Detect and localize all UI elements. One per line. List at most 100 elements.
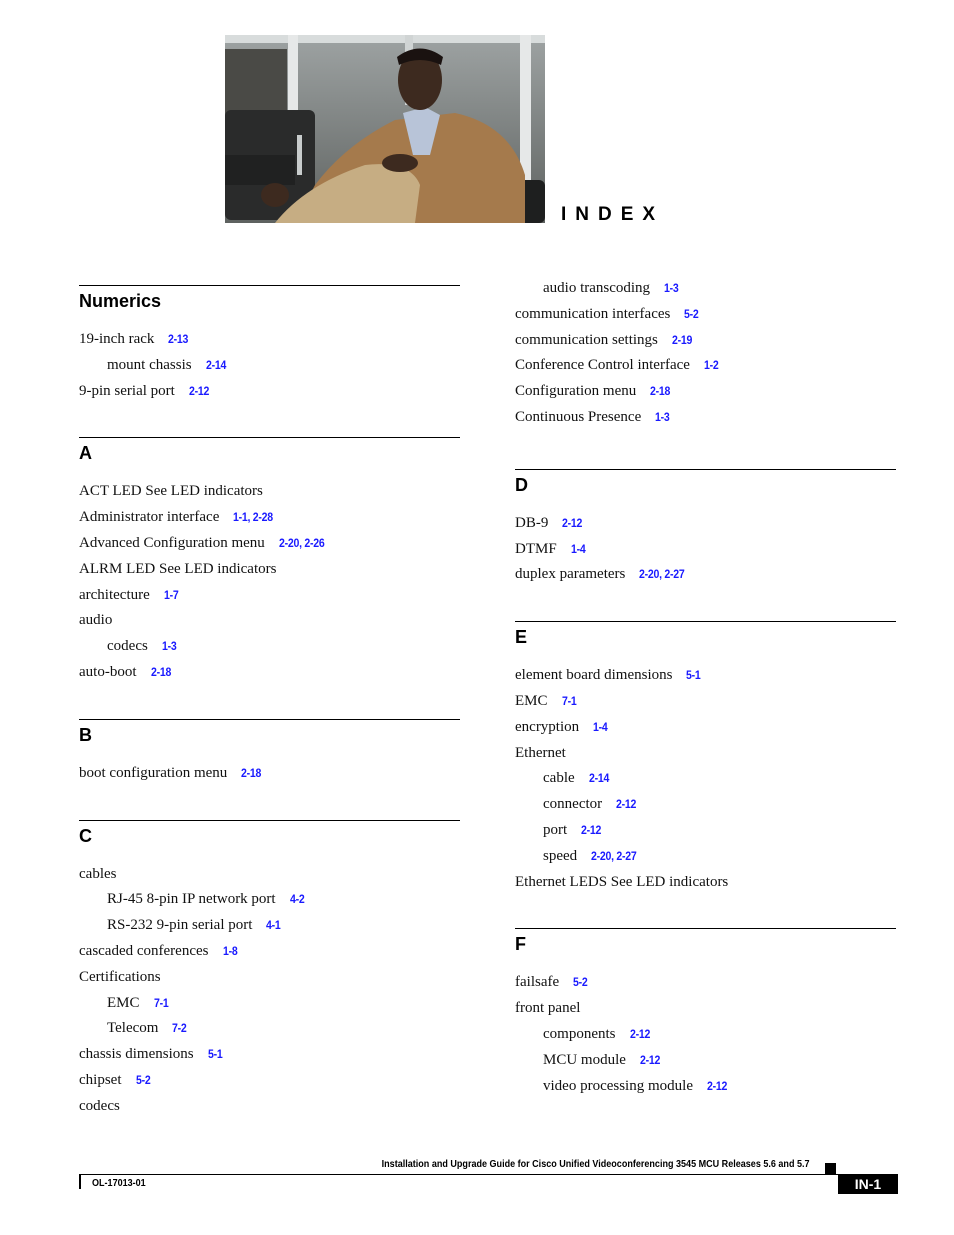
page-ref-link[interactable]: 7-1 bbox=[562, 689, 577, 715]
section-heading: D bbox=[515, 474, 528, 495]
entry-term: EMC bbox=[515, 692, 548, 709]
section-heading: F bbox=[515, 934, 526, 955]
page-ref-link[interactable]: 2-18 bbox=[241, 761, 261, 787]
page-ref-link[interactable]: 1-3 bbox=[162, 634, 177, 660]
entry-term: encryption bbox=[515, 718, 580, 735]
index-subentry: video processing module 2-12 bbox=[515, 1074, 896, 1100]
index-section-a: A ACT LED See LED indicators Administrat… bbox=[79, 437, 460, 718]
index-subentry: audio transcoding 1-3 bbox=[515, 276, 896, 302]
page-ref-link[interactable]: 2-12 bbox=[640, 1048, 660, 1074]
page-ref-link[interactable]: 2-12 bbox=[707, 1074, 727, 1100]
page-ref-link[interactable]: 2-20, 2-27 bbox=[639, 562, 685, 588]
page-ref-link[interactable]: 1-1, 2-28 bbox=[233, 505, 273, 531]
section-heading: Numerics bbox=[79, 291, 162, 311]
index-entry: DB-9 2-12 bbox=[515, 511, 896, 537]
entry-term: communication settings bbox=[515, 331, 658, 348]
entry-term: audio transcoding bbox=[543, 280, 651, 296]
footer-tick bbox=[79, 1174, 81, 1189]
index-entry: ALRM LED See LED indicators bbox=[79, 557, 460, 583]
page-ref-link[interactable]: 2-12 bbox=[189, 379, 209, 405]
index-entry: audio bbox=[79, 608, 460, 634]
footer-divider bbox=[79, 1174, 838, 1175]
page-ref-link[interactable]: 2-12 bbox=[581, 818, 601, 844]
section-heading: A bbox=[79, 443, 92, 464]
page-ref-link[interactable]: 1-8 bbox=[223, 939, 238, 965]
index-section-numerics: Numerics 19-inch rack 2-13 mount chassis 2… bbox=[79, 285, 460, 437]
index-section-e: E element board dimensions 5-1 EMC 7-1 enc… bbox=[515, 621, 896, 928]
entry-term: Ethernet LEDS See LED indicators bbox=[515, 873, 729, 890]
index-section-b: B boot configuration menu 2-18 bbox=[79, 718, 460, 820]
entry-term: 19-inch rack bbox=[79, 331, 155, 347]
page-ref-link[interactable]: 5-2 bbox=[136, 1068, 151, 1094]
page-ref-link[interactable]: 4-1 bbox=[266, 913, 281, 939]
entry-term: connector bbox=[543, 796, 603, 813]
index-entry: Configuration menu 2-18 bbox=[515, 379, 896, 405]
entry-term: boot configuration menu bbox=[79, 764, 228, 781]
entry-term: Certifications bbox=[79, 968, 161, 985]
page-ref-link[interactable]: 2-20, 2-27 bbox=[591, 844, 637, 870]
index-entry: architecture 1-7 bbox=[79, 583, 460, 609]
index-subentry: EMC 7-1 bbox=[79, 991, 460, 1017]
index-subentry: components 2-12 bbox=[515, 1022, 896, 1048]
photo-illustration bbox=[225, 35, 545, 223]
index-entry: DTMF 1-4 bbox=[515, 537, 896, 563]
index-entry: communication interfaces 5-2 bbox=[515, 302, 896, 328]
index-column-right: audio transcoding 1-3 communication inter… bbox=[515, 276, 896, 1099]
page-ref-link[interactable]: 2-12 bbox=[562, 511, 582, 537]
index-section-d: D DB-9 2-12 DTMF 1-4 duplex parameters 2-20… bbox=[515, 468, 896, 621]
index-entry: Administrator interface 1-1, 2-28 bbox=[79, 505, 460, 531]
index-entry: auto-boot 2-18 bbox=[79, 660, 460, 686]
index-entry: duplex parameters 2-20, 2-27 bbox=[515, 562, 896, 588]
index-section-f: F failsafe 5-2 front panel components 2-12… bbox=[515, 928, 896, 1099]
page-ref-link[interactable]: 7-1 bbox=[154, 991, 169, 1017]
index-entry: element board dimensions 5-1 bbox=[515, 663, 896, 689]
page-ref-link[interactable]: 1-7 bbox=[164, 583, 179, 609]
entry-term: auto-boot bbox=[79, 663, 137, 680]
index-subentry: Telecom 7-2 bbox=[79, 1016, 460, 1042]
page-ref-link[interactable]: 5-1 bbox=[208, 1042, 223, 1068]
entry-term: chassis dimensions bbox=[79, 1046, 194, 1063]
section-divider bbox=[79, 285, 460, 286]
entry-term: failsafe bbox=[515, 974, 560, 991]
index-entry: encryption 1-4 bbox=[515, 715, 896, 741]
page-ref-link[interactable]: 1-3 bbox=[655, 405, 670, 431]
page-ref-link[interactable]: 5-2 bbox=[573, 970, 588, 996]
index-entry: EMC 7-1 bbox=[515, 689, 896, 715]
page-ref-link[interactable]: 1-3 bbox=[664, 276, 679, 302]
section-divider bbox=[79, 819, 460, 821]
entry-term: DB-9 bbox=[515, 514, 549, 531]
entry-term: Ethernet bbox=[515, 744, 566, 761]
footer-guide-title: Installation and Upgrade Guide for Cisco… bbox=[382, 1158, 810, 1170]
page-ref-link[interactable]: 2-14 bbox=[206, 353, 226, 379]
entry-term: Configuration menu bbox=[515, 383, 637, 400]
page-ref-link[interactable]: 4-2 bbox=[290, 887, 305, 913]
page-ref-link[interactable]: 1-4 bbox=[593, 715, 608, 741]
page-ref-link[interactable]: 2-13 bbox=[168, 327, 188, 353]
section-divider bbox=[515, 621, 896, 623]
page-ref-link[interactable]: 2-12 bbox=[616, 792, 636, 818]
page-title: INDEX bbox=[561, 204, 665, 225]
index-entry: Certifications bbox=[79, 965, 460, 991]
entry-term: RJ-45 8-pin IP network port bbox=[107, 891, 276, 908]
page-ref-link[interactable]: 2-20, 2-26 bbox=[279, 531, 325, 557]
entry-term: cable bbox=[543, 770, 575, 787]
page-ref-link[interactable]: 2-18 bbox=[151, 660, 171, 686]
entry-term: mount chassis bbox=[107, 356, 192, 373]
page-ref-link[interactable]: 2-19 bbox=[672, 328, 692, 354]
section-divider bbox=[515, 468, 896, 470]
page-ref-link[interactable]: 2-18 bbox=[650, 379, 670, 405]
index-entry: failsafe 5-2 bbox=[515, 970, 896, 996]
page-ref-link[interactable]: 1-4 bbox=[571, 537, 586, 563]
entry-term: audio bbox=[79, 612, 113, 629]
page-ref-link[interactable]: 5-1 bbox=[686, 663, 701, 689]
index-subentry: connector 2-12 bbox=[515, 792, 896, 818]
header-photo bbox=[225, 35, 545, 223]
page-ref-link[interactable]: 7-2 bbox=[172, 1016, 187, 1042]
page-ref-link[interactable]: 1-2 bbox=[704, 353, 719, 379]
page-ref-link[interactable]: 2-12 bbox=[630, 1022, 650, 1048]
page-ref-link[interactable]: 5-2 bbox=[684, 302, 699, 328]
entry-term: 9-pin serial port bbox=[79, 382, 175, 399]
index-subentry: MCU module 2-12 bbox=[515, 1048, 896, 1074]
page-ref-link[interactable]: 2-14 bbox=[589, 766, 609, 792]
entry-term: front panel bbox=[515, 1000, 581, 1017]
